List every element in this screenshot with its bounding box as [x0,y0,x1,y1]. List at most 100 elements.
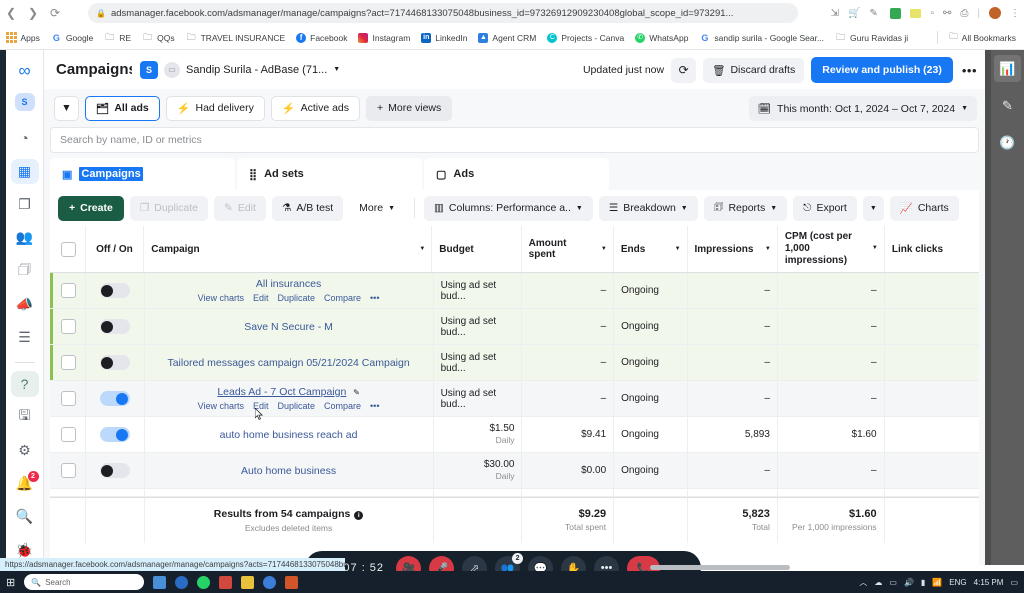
more-button[interactable]: More ▼ [349,196,405,221]
speedometer-icon[interactable]: ◔ [11,125,39,150]
taskbar-search[interactable]: 🔍 Search [24,574,145,590]
campaign-link[interactable]: All insurances [256,278,321,290]
row-checkbox[interactable] [61,355,77,370]
date-range-picker[interactable]: 🗓 This month: Oct 1, 2024 – Oct 7, 2024 … [748,96,977,121]
bookmark-sandip-search[interactable]: G sandip surila - Google Sear... [699,33,824,43]
pencil-icon[interactable]: ✎ [353,388,360,397]
download-icon[interactable]: ⎙ [960,8,968,19]
row-select-cell[interactable] [53,381,86,416]
tray-volume-icon[interactable]: 🔊 [904,578,914,587]
status-toggle[interactable] [99,355,130,370]
taskbar-app-edge[interactable] [175,575,189,589]
export-dropdown-button[interactable]: ▼ [862,195,884,221]
duplicate-action[interactable]: Duplicate [277,401,315,411]
view-charts-action[interactable]: View charts [198,293,244,303]
bell-icon[interactable]: 🔔 2 [11,471,39,496]
chip-all-ads[interactable]: 🗂 All ads [85,95,160,121]
reload-icon[interactable]: ⟳ [44,6,66,20]
tab-campaigns[interactable]: ▣ Campaigns [50,158,235,190]
money-icon[interactable]: 🗇 [11,258,39,283]
duplicate-button[interactable]: ❐ Duplicate [129,195,209,221]
row-checkbox[interactable] [61,391,77,406]
taskbar-app-acrobat[interactable] [219,575,233,589]
tab-ads[interactable]: ▢ Ads [424,158,609,190]
back-icon[interactable]: ❮ [0,6,22,20]
extension-small-icon[interactable]: ▫ [930,8,934,19]
campaign-link[interactable]: Auto home business [241,465,336,477]
campaign-link[interactable]: Leads Ad - 7 Oct Campaign [217,386,346,398]
hamburger-icon[interactable]: ☰ [11,325,39,350]
pages-icon[interactable]: ❐ [11,192,39,217]
row-select-cell[interactable] [53,273,86,308]
status-toggle[interactable] [99,391,130,406]
search-bar[interactable] [50,127,979,153]
chrome-menu-icon[interactable]: ⋮ [1010,8,1020,19]
th-ends[interactable]: Ends ▼ [614,226,688,272]
chip-active-ads[interactable]: ⚡ Active ads [270,95,361,121]
taskbar-app-chrome[interactable] [263,575,277,589]
charts-button[interactable]: 📈 Charts [889,195,959,221]
tray-up-icon[interactable]: ︿ [859,577,867,588]
edit-button[interactable]: ✎ Edit [214,195,266,221]
table-icon[interactable]: ▦ [10,158,39,184]
table-row[interactable]: Auto home business $30.00 Daily $0.00 On… [50,453,979,489]
row-toggle-cell[interactable] [86,273,145,308]
ab-test-button[interactable]: ⚗ A/B test [271,195,344,221]
bookmark-instagram[interactable]: Instagram [358,32,410,43]
tray-battery-icon[interactable]: ▮ [921,578,925,587]
table-row[interactable]: auto home business reach ad $1.50 Daily … [50,417,979,453]
more-dots-icon[interactable]: ••• [960,63,979,78]
th-amount-spent[interactable]: Amount spent ▼ [522,226,614,272]
compare-action[interactable]: Compare [324,293,361,303]
search-icon[interactable]: 🔍 [11,504,39,529]
bookmark-facebook[interactable]: f Facebook [296,32,347,43]
bookmark-apps[interactable]: Apps [6,32,40,43]
bookmark-agent-crm[interactable]: ▲ Agent CRM [478,32,536,43]
all-bookmarks-button[interactable]: 🗀 All Bookmarks [949,31,1016,45]
taskbar-app-explorer[interactable] [153,575,167,589]
tab-ad-sets[interactable]: ⣿ Ad sets [237,158,422,190]
tray-lang-icon[interactable]: ENG [949,578,966,587]
status-toggle[interactable] [99,283,130,298]
row-select-cell[interactable] [53,417,86,452]
status-toggle[interactable] [99,319,130,334]
row-select-cell[interactable] [53,345,86,380]
duplicate-action[interactable]: Duplicate [277,293,315,303]
th-campaign[interactable]: Campaign ▼ [144,226,433,272]
tray-network-icon[interactable]: ▭ [889,578,897,587]
bookmark-linkedin[interactable]: in LinkedIn [421,32,467,43]
scrollbar-thumb[interactable] [650,565,790,570]
compare-action[interactable]: Compare [324,401,361,411]
extension-yellow-icon[interactable] [910,8,922,18]
select-all-checkbox[interactable] [61,241,77,257]
breakdown-button[interactable]: ☰ Breakdown ▼ [598,195,698,221]
discard-drafts-button[interactable]: 🗑 Discard drafts [703,57,805,83]
table-row[interactable]: Save N Secure - M Using ad set bud... – … [50,309,979,345]
table-row[interactable]: All insurances View charts Edit Duplicat… [50,273,979,309]
cart-icon[interactable]: 🛒 [848,8,860,19]
bookmark-qqs[interactable]: 🗀 QQs [142,30,175,46]
notification-center-icon[interactable]: ▭ [1010,578,1018,587]
account-selector[interactable]: S ▭ Sandip Surila - AdBase (71... ▼ [132,57,349,82]
meta-icon[interactable]: ∞ [11,58,39,83]
th-cpm[interactable]: CPM (cost per 1,000 impressions) ▼ [778,226,885,272]
extension-green-icon[interactable] [890,7,902,19]
row-select-cell[interactable] [53,453,86,488]
row-checkbox[interactable] [61,283,77,298]
profile-avatar[interactable] [989,7,1001,19]
view-charts-action[interactable]: View charts [198,401,244,411]
bookmark-re[interactable]: 🗀 RE [104,30,131,46]
campaign-link[interactable]: Tailored messages campaign 05/21/2024 Ca… [167,357,409,369]
th-impressions[interactable]: Impressions ▼ [688,226,778,272]
chip-more-views[interactable]: + More views [366,95,453,121]
row-toggle-cell[interactable] [86,453,145,488]
chip-had-delivery[interactable]: ⚡ Had delivery [165,95,265,121]
taskbar-clock[interactable]: 4:15 PM [974,578,1004,587]
forward-icon[interactable]: ❯ [22,6,44,20]
bookmark-travel-insurance[interactable]: 🗀 TRAVEL INSURANCE [186,30,286,46]
export-button[interactable]: ⎋ Export [793,195,857,221]
row-toggle-cell[interactable] [86,417,145,452]
filter-icon[interactable]: ▼ [54,95,79,121]
bookmark-google[interactable]: G Google [51,33,93,43]
row-toggle-cell[interactable] [86,381,145,416]
